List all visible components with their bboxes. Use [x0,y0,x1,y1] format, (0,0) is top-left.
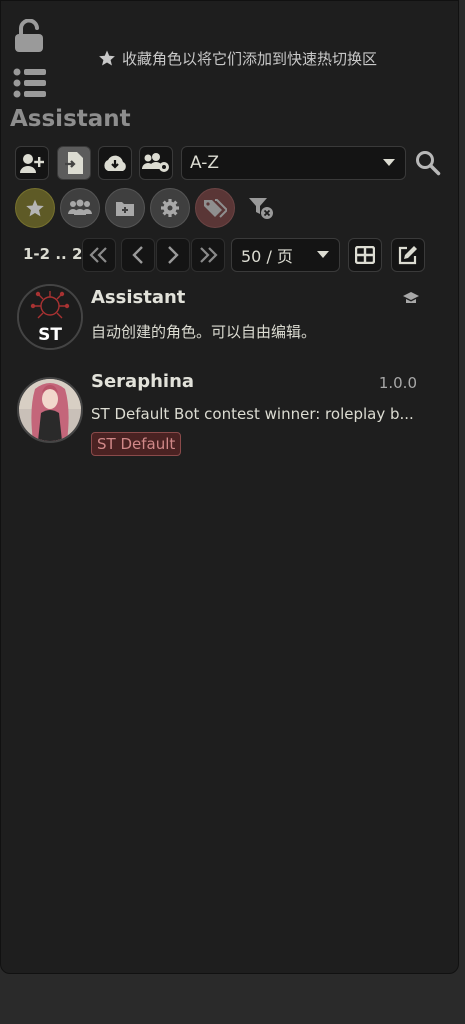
filter-folder-button[interactable] [105,188,145,228]
first-page-button[interactable] [82,238,116,272]
character-name: Seraphina [91,371,195,392]
filter-settings-button[interactable] [150,188,190,228]
avatar-label: ST [38,325,62,345]
character-description: 自动创建的角色。可以自由编辑。 [91,323,317,341]
grid-view-button[interactable] [348,238,382,272]
search-icon[interactable] [415,150,441,176]
file-import-icon [64,151,84,175]
tags-icon [203,198,227,218]
panel-title: Assistant [10,106,131,132]
graduation-cap-icon [403,291,419,307]
user-plus-icon [20,153,44,173]
filter-tags-button[interactable] [195,188,235,228]
character-description: ST Default Bot contest winner: roleplay … [91,405,414,423]
prev-page-button[interactable] [121,238,155,272]
bottom-strip [0,974,465,1024]
list-item[interactable]: ST Assistant 自动创建的角色。可以自由编辑。 [15,284,425,354]
group-settings-button[interactable] [139,146,173,180]
gear-icon [160,198,180,218]
chevron-down-icon [383,159,395,167]
last-page-button[interactable] [191,238,225,272]
double-chevron-right-icon [198,247,218,263]
pagination-range: 1-2 .. 2 [23,245,83,263]
bulk-edit-button[interactable] [391,238,425,272]
avatar: ST [17,284,83,350]
character-version: 1.0.0 [378,374,417,392]
filter-groups-button[interactable] [60,188,100,228]
download-button[interactable] [98,146,132,180]
grid-icon [355,246,375,264]
chevron-down-icon [317,251,329,259]
star-icon [98,49,116,67]
import-file-button[interactable] [57,146,91,180]
next-page-button[interactable] [156,238,190,272]
filter-favorites-button[interactable] [15,188,55,228]
character-panel: 收藏角色以将它们添加到快速热切换区 Assistant A-Z 1-2 .. 2… [0,0,459,974]
favorites-hint: 收藏角色以将它们添加到快速热切换区 [98,47,377,69]
users-icon [68,199,92,217]
clear-filter-icon[interactable] [247,194,275,222]
favorites-hint-text: 收藏角色以将它们添加到快速热切换区 [122,49,378,68]
list-item[interactable]: Seraphina 1.0.0 ST Default Bot contest w… [15,368,425,458]
create-character-button[interactable] [15,146,49,180]
sort-select-value: A-Z [190,153,220,173]
per-page-select[interactable]: 50 / 页 [231,238,340,272]
star-icon [25,198,45,218]
cloud-download-icon [102,153,128,173]
unlock-icon[interactable] [13,19,45,53]
chevron-right-icon [167,246,179,264]
character-name: Assistant [91,287,186,308]
list-icon[interactable] [13,67,47,99]
users-gear-icon [142,153,170,173]
avatar [17,377,83,443]
double-chevron-left-icon [89,247,109,263]
edit-icon [398,245,418,265]
tag-badge[interactable]: ST Default [91,432,182,456]
per-page-value: 50 / 页 [241,247,293,266]
chevron-left-icon [132,246,144,264]
sort-select[interactable]: A-Z [181,146,406,180]
folder-plus-icon [115,199,135,217]
